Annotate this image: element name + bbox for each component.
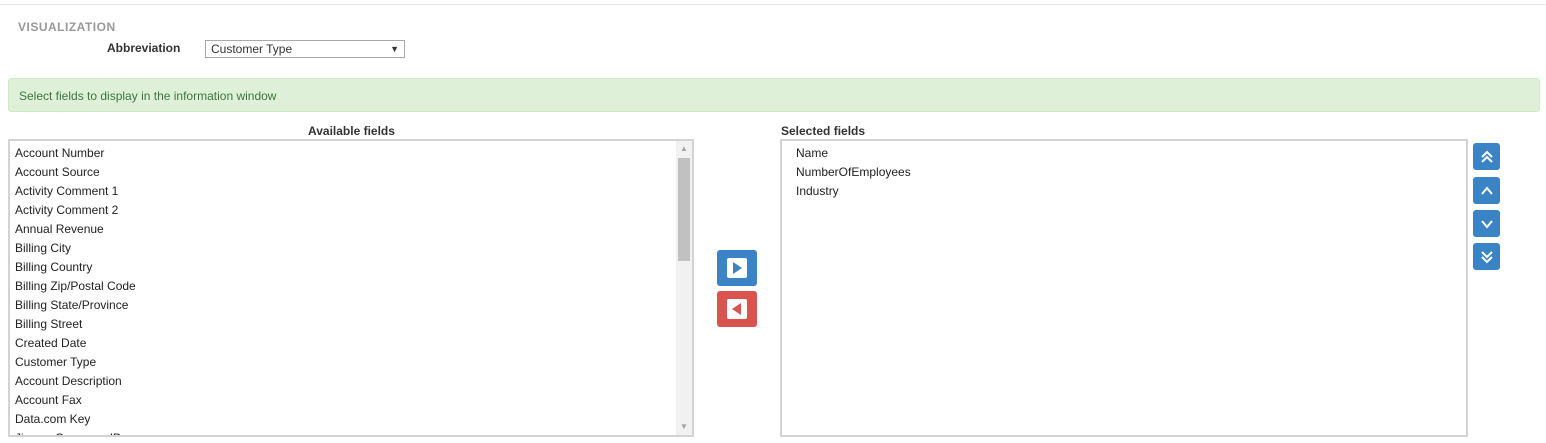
- list-item[interactable]: Account Number: [10, 144, 692, 163]
- double-chevron-down-icon: [1480, 250, 1493, 263]
- selected-fields-title: Selected fields: [781, 124, 866, 138]
- list-item[interactable]: Account Description: [10, 372, 692, 391]
- move-down-button[interactable]: [1473, 210, 1500, 237]
- available-fields-title: Available fields: [308, 124, 395, 138]
- list-item[interactable]: Billing Country: [10, 258, 692, 277]
- info-alert: Select fields to display in the informat…: [8, 78, 1540, 112]
- list-item[interactable]: Billing Street: [10, 315, 692, 334]
- info-message: Select fields to display in the informat…: [19, 89, 277, 103]
- list-item[interactable]: Annual Revenue: [10, 220, 692, 239]
- list-item[interactable]: Industry: [791, 182, 1466, 201]
- abbreviation-label: Abbreviation: [107, 41, 181, 55]
- add-field-button[interactable]: [717, 250, 757, 286]
- list-item[interactable]: Jigsaw Company ID: [10, 429, 692, 435]
- move-right-icon: [727, 258, 747, 278]
- move-left-icon: [727, 299, 747, 319]
- available-fields-list[interactable]: Account Number Account Source Activity Com…: [8, 139, 694, 437]
- list-item[interactable]: Activity Comment 1: [10, 182, 692, 201]
- move-up-button[interactable]: [1473, 177, 1500, 204]
- move-top-button[interactable]: [1473, 143, 1500, 170]
- list-item[interactable]: NumberOfEmployees: [791, 163, 1466, 182]
- list-item[interactable]: Billing State/Province: [10, 296, 692, 315]
- abbreviation-selected-value: Customer Type: [211, 42, 293, 56]
- chevron-down-icon: [1480, 219, 1493, 229]
- remove-field-button[interactable]: [717, 291, 757, 327]
- list-item[interactable]: Created Date: [10, 334, 692, 353]
- list-item[interactable]: Account Source: [10, 163, 692, 182]
- selected-fields-list[interactable]: Name NumberOfEmployees Industry: [780, 139, 1468, 437]
- abbreviation-select[interactable]: Customer Type ▼: [205, 40, 405, 58]
- list-item[interactable]: Account Fax: [10, 391, 692, 410]
- available-fields-scrollbar[interactable]: ▲ ▼: [676, 141, 692, 435]
- list-item[interactable]: Name: [791, 144, 1466, 163]
- top-divider: [0, 4, 1546, 5]
- section-title: VISUALIZATION: [18, 20, 116, 34]
- list-item[interactable]: Activity Comment 2: [10, 201, 692, 220]
- list-item[interactable]: Billing City: [10, 239, 692, 258]
- scroll-thumb[interactable]: [678, 158, 690, 261]
- list-item[interactable]: Customer Type: [10, 353, 692, 372]
- scroll-up-arrow-icon[interactable]: ▲: [676, 141, 692, 157]
- move-bottom-button[interactable]: [1473, 243, 1500, 270]
- double-chevron-up-icon: [1480, 150, 1493, 163]
- chevron-up-icon: [1480, 185, 1493, 195]
- scroll-down-arrow-icon[interactable]: ▼: [676, 419, 692, 435]
- dropdown-arrow-icon: ▼: [390, 44, 399, 54]
- list-item[interactable]: Billing Zip/Postal Code: [10, 277, 692, 296]
- list-item[interactable]: Data.com Key: [10, 410, 692, 429]
